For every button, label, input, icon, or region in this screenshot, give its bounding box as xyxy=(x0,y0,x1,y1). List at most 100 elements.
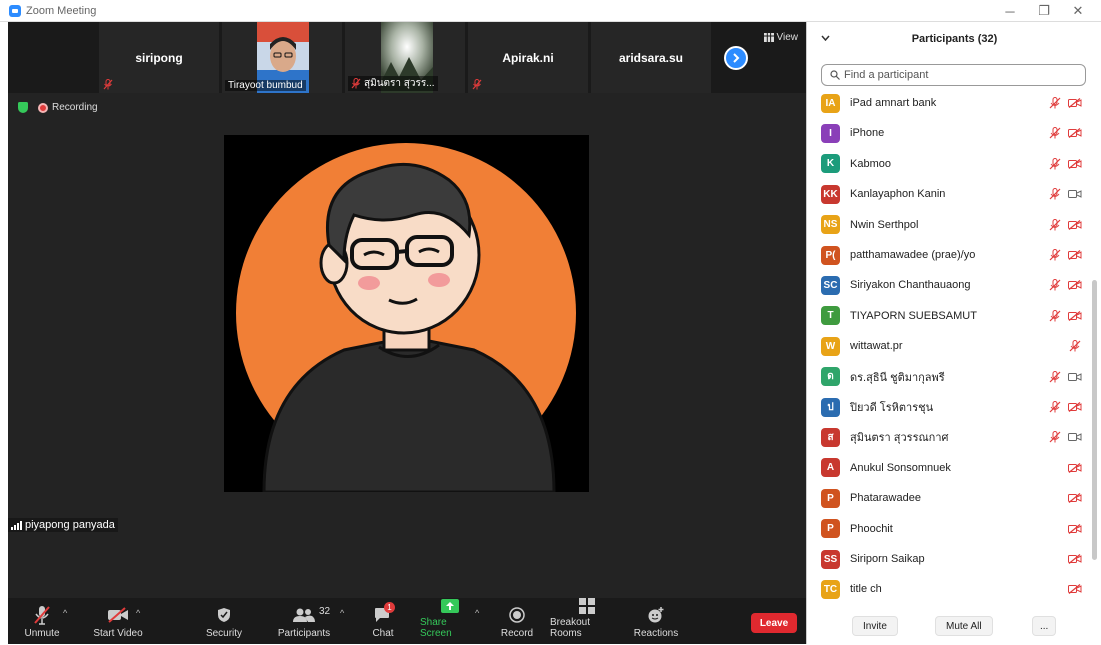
share-screen-label: Share Screen xyxy=(420,617,452,639)
start-video-button[interactable]: Start Video xyxy=(88,598,148,644)
video-camera-icon[interactable] xyxy=(1068,189,1082,202)
mic-muted-icon xyxy=(351,78,361,89)
mic-muted-icon[interactable] xyxy=(1049,218,1061,234)
thumbnail-aridsara[interactable]: aridsara.su xyxy=(591,22,711,93)
participant-row[interactable]: P Phatarawadee xyxy=(807,483,1089,513)
mic-muted-icon[interactable] xyxy=(1049,431,1061,446)
leave-button[interactable]: Leave xyxy=(751,613,797,633)
video-camera-icon[interactable] xyxy=(1068,432,1082,445)
participant-name: Kabmoo xyxy=(850,157,891,170)
participant-row[interactable]: ป ปิยวดี โรหิตารชุน xyxy=(807,392,1089,422)
invite-button[interactable]: Invite xyxy=(852,616,898,636)
video-camera-icon[interactable] xyxy=(1068,372,1082,385)
video-options-caret[interactable]: ^ xyxy=(136,608,140,618)
mic-muted-icon[interactable] xyxy=(1069,340,1081,355)
participant-row[interactable]: SC Siriyakon Chanthauaong xyxy=(807,270,1089,300)
thumbnail-apirak[interactable]: Apirak.ni xyxy=(468,22,588,93)
video-off-icon[interactable] xyxy=(1068,523,1082,537)
participants-button[interactable]: 32 Participants xyxy=(276,598,332,644)
encryption-shield-icon[interactable] xyxy=(18,102,28,113)
participant-row[interactable]: IA iPad amnart bank xyxy=(807,88,1089,118)
restore-button[interactable]: ❐ xyxy=(1030,2,1058,20)
security-button[interactable]: Security xyxy=(204,598,244,644)
audio-options-caret[interactable]: ^ xyxy=(63,608,67,618)
mic-muted-icon xyxy=(103,79,113,90)
participant-row[interactable]: ส สุมินตรา สุวรรณกาศ xyxy=(807,422,1089,452)
mic-muted-icon[interactable] xyxy=(1049,249,1061,264)
participant-avatar: SS xyxy=(821,549,840,569)
video-off-icon[interactable] xyxy=(1068,402,1082,415)
participant-list-scrollbar[interactable] xyxy=(1092,280,1097,560)
participant-row[interactable]: P(patthamawadee (prae)/yo xyxy=(807,240,1089,270)
unmute-button[interactable]: Unmute xyxy=(22,598,62,644)
search-input[interactable]: Find a participant xyxy=(844,69,928,81)
participant-row[interactable]: K Kabmoo xyxy=(807,149,1089,179)
video-off-icon[interactable] xyxy=(1068,493,1082,506)
signal-strength-icon xyxy=(11,520,22,530)
participant-search-box[interactable]: Find a participant xyxy=(821,64,1086,86)
thumbnail-tirayoot[interactable]: Tirayoot bumbud xyxy=(222,22,342,93)
reactions-label: Reactions xyxy=(633,628,679,639)
mic-muted-icon[interactable] xyxy=(1049,309,1061,325)
participant-row[interactable]: NS Nwin Serthpol xyxy=(807,210,1089,240)
participant-name: Phoochit xyxy=(850,522,893,535)
participant-row[interactable]: A Anukul Sonsomnuek xyxy=(807,453,1089,483)
thumbnail-name: aridsara.su xyxy=(618,51,684,65)
participant-name: Phatarawadee xyxy=(850,492,921,505)
view-button[interactable]: View xyxy=(763,32,799,43)
close-button[interactable]: ✕ xyxy=(1064,2,1092,20)
mic-muted-icon[interactable] xyxy=(1049,370,1061,386)
more-options-button[interactable]: ... xyxy=(1032,616,1057,636)
next-page-button[interactable] xyxy=(724,46,748,70)
participant-row[interactable]: IiPhone xyxy=(807,118,1089,148)
video-off-icon[interactable] xyxy=(1068,554,1082,567)
video-off-icon[interactable] xyxy=(1068,128,1082,141)
mute-all-button[interactable]: Mute All xyxy=(935,616,993,636)
participant-avatar: TC xyxy=(821,579,840,599)
thumbnail-siripong[interactable]: siripong xyxy=(99,22,219,93)
video-off-icon[interactable] xyxy=(1068,584,1082,597)
video-off-icon[interactable] xyxy=(1068,158,1082,172)
thumbnail-suminttra[interactable]: สุมินตรา สุวรร... xyxy=(345,22,465,93)
participant-row[interactable]: TC title ch xyxy=(807,574,1089,602)
minimize-button[interactable]: ─ xyxy=(996,2,1024,20)
video-off-icon[interactable] xyxy=(1068,462,1082,476)
breakout-rooms-button[interactable]: Breakout Rooms xyxy=(550,598,624,644)
chat-button[interactable]: 1 Chat xyxy=(366,598,400,644)
participant-avatar: A xyxy=(821,458,840,478)
video-off-icon[interactable] xyxy=(1068,250,1082,263)
panel-header: Participants (32) xyxy=(807,22,1101,56)
participants-options-caret[interactable]: ^ xyxy=(340,608,344,618)
participants-panel: Participants (32) Find a participant IA i… xyxy=(806,22,1101,644)
participant-row[interactable]: T TIYAPORN SUEBSAMUT xyxy=(807,301,1089,331)
mic-muted-icon[interactable] xyxy=(1049,401,1061,416)
video-off-icon[interactable] xyxy=(1068,219,1082,233)
participant-row[interactable]: SS Siriporn Saikap xyxy=(807,544,1089,574)
recording-indicator[interactable]: Recording xyxy=(38,102,98,113)
video-off-icon[interactable] xyxy=(1068,280,1082,293)
panel-footer: Invite Mute All ... xyxy=(807,612,1101,644)
participant-row[interactable]: KK Kanlayaphon Kanin xyxy=(807,179,1089,209)
reactions-button[interactable]: Reactions xyxy=(634,598,678,644)
video-off-icon[interactable] xyxy=(1068,310,1082,324)
collapse-panel-button[interactable] xyxy=(821,33,830,44)
mic-muted-icon[interactable] xyxy=(1049,188,1061,203)
mic-muted-icon[interactable] xyxy=(1049,127,1061,142)
share-options-caret[interactable]: ^ xyxy=(475,608,479,618)
participant-row[interactable]: ด ดร.สุธินี ชูติมากุลพรี xyxy=(807,362,1089,392)
record-button[interactable]: Record xyxy=(498,598,536,644)
mic-muted-icon[interactable] xyxy=(1049,157,1061,173)
chat-label: Chat xyxy=(372,628,394,639)
mic-muted-icon[interactable] xyxy=(1049,279,1061,294)
thumbnail-name: Apirak.ni xyxy=(502,51,554,65)
search-icon xyxy=(830,70,840,80)
mic-muted-icon[interactable] xyxy=(1049,97,1061,112)
participant-row[interactable]: P Phoochit xyxy=(807,514,1089,544)
share-screen-button[interactable]: Share Screen xyxy=(420,598,480,644)
participant-row[interactable]: Wwittawat.pr xyxy=(807,331,1089,361)
participant-avatar: T xyxy=(821,306,840,326)
video-off-icon[interactable] xyxy=(1068,98,1082,111)
meeting-stage: siripong Tirayoot bumbud สุมินตรา สุวรร.… xyxy=(8,22,806,644)
view-label: View xyxy=(776,32,799,43)
chevron-right-icon xyxy=(733,53,740,63)
